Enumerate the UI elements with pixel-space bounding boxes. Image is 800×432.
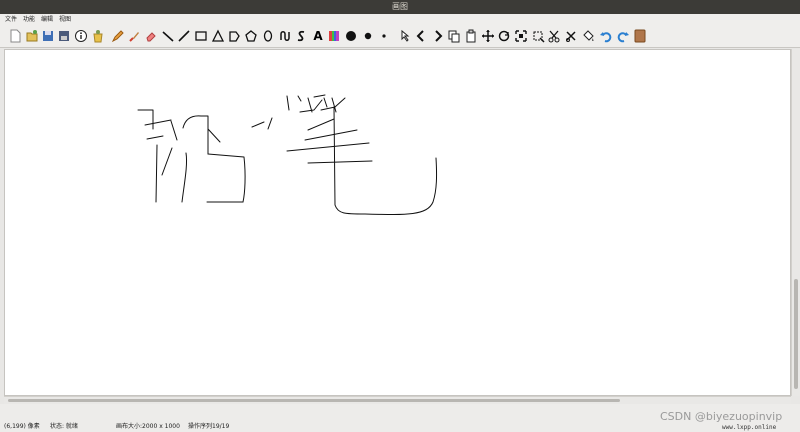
- canvas-drawing: [137, 94, 438, 216]
- zoom-fit-icon[interactable]: [513, 28, 529, 44]
- stroke: [207, 153, 246, 203]
- stroke: [297, 95, 302, 102]
- stroke: [286, 142, 370, 152]
- curve-icon[interactable]: [277, 28, 293, 44]
- stroke: [251, 121, 265, 128]
- bucket-icon[interactable]: [90, 28, 106, 44]
- stroke: [313, 94, 326, 98]
- window-title: 画图: [0, 0, 800, 14]
- brush-icon[interactable]: [126, 28, 142, 44]
- toolbar: A: [0, 25, 800, 48]
- new-file-icon[interactable]: [7, 28, 23, 44]
- stroke: [207, 128, 221, 143]
- stroke: [304, 129, 358, 141]
- watermark-site: www.lxpp.online: [722, 424, 777, 431]
- undo-icon[interactable]: [598, 28, 614, 44]
- status-state: 状态: 就绪: [50, 423, 78, 430]
- stroke: [333, 106, 438, 216]
- stroke: [267, 117, 273, 130]
- vertical-scrollbar[interactable]: [791, 49, 800, 396]
- s-curve-icon[interactable]: [293, 28, 309, 44]
- copy-icon[interactable]: [446, 28, 462, 44]
- small-dot-icon[interactable]: [376, 28, 392, 44]
- menu-function[interactable]: 功能: [23, 14, 35, 25]
- stroke: [155, 144, 158, 203]
- menu-view[interactable]: 视图: [59, 14, 71, 25]
- stroke: [137, 109, 154, 130]
- stroke: [323, 97, 328, 108]
- ellipse-icon[interactable]: [260, 28, 276, 44]
- crop-icon[interactable]: [530, 28, 546, 44]
- fill-icon[interactable]: [580, 28, 596, 44]
- medium-dot-icon[interactable]: [360, 28, 376, 44]
- line-icon[interactable]: [160, 28, 176, 44]
- stroke: [146, 135, 164, 140]
- move-icon[interactable]: [480, 28, 496, 44]
- large-dot-icon[interactable]: [343, 28, 359, 44]
- save-as-icon[interactable]: [56, 28, 72, 44]
- status-coords: (6,199) 像素: [4, 423, 40, 430]
- horizontal-scroll-thumb[interactable]: [8, 399, 620, 402]
- clear-icon[interactable]: [563, 28, 579, 44]
- book-icon[interactable]: [632, 28, 648, 44]
- scissors-icon[interactable]: [546, 28, 562, 44]
- status-ops: 操作序列19/19: [188, 423, 230, 430]
- redo-arrow-icon[interactable]: [430, 28, 446, 44]
- stroke: [182, 115, 209, 155]
- eraser-icon[interactable]: [143, 28, 159, 44]
- palette-icon[interactable]: [326, 28, 342, 44]
- rotate-icon[interactable]: [496, 28, 512, 44]
- vertical-scroll-thumb[interactable]: [794, 279, 798, 389]
- undo-arrow-icon[interactable]: [413, 28, 429, 44]
- select-icon[interactable]: [396, 28, 412, 44]
- hexagon-icon[interactable]: [243, 28, 259, 44]
- watermark: CSDN @biyezuopinvip: [660, 410, 783, 423]
- stroke: [170, 120, 178, 141]
- triangle-icon[interactable]: [210, 28, 226, 44]
- stroke: [307, 118, 335, 131]
- stroke: [307, 97, 313, 113]
- diagonal-line-icon[interactable]: [176, 28, 192, 44]
- pentagon-icon[interactable]: [226, 28, 242, 44]
- rectangle-icon[interactable]: [193, 28, 209, 44]
- text-icon[interactable]: A: [310, 28, 326, 44]
- pencil-icon[interactable]: [110, 28, 126, 44]
- stroke: [181, 152, 187, 203]
- stroke: [286, 95, 290, 111]
- status-canvas-size: 画布大小:2000 x 1000: [116, 423, 180, 430]
- info-icon[interactable]: [73, 28, 89, 44]
- horizontal-scrollbar[interactable]: [4, 396, 791, 404]
- menu-file[interactable]: 文件: [5, 14, 17, 25]
- menu-edit[interactable]: 编辑: [41, 14, 53, 25]
- menu-bar: 文件 功能 编辑 视图: [0, 14, 800, 25]
- stroke: [144, 119, 172, 126]
- stroke: [307, 160, 373, 164]
- open-file-icon[interactable]: [24, 28, 40, 44]
- drawing-canvas[interactable]: [4, 49, 791, 396]
- save-icon[interactable]: [40, 28, 56, 44]
- stroke: [161, 147, 173, 176]
- redo-icon[interactable]: [615, 28, 631, 44]
- paste-icon[interactable]: [463, 28, 479, 44]
